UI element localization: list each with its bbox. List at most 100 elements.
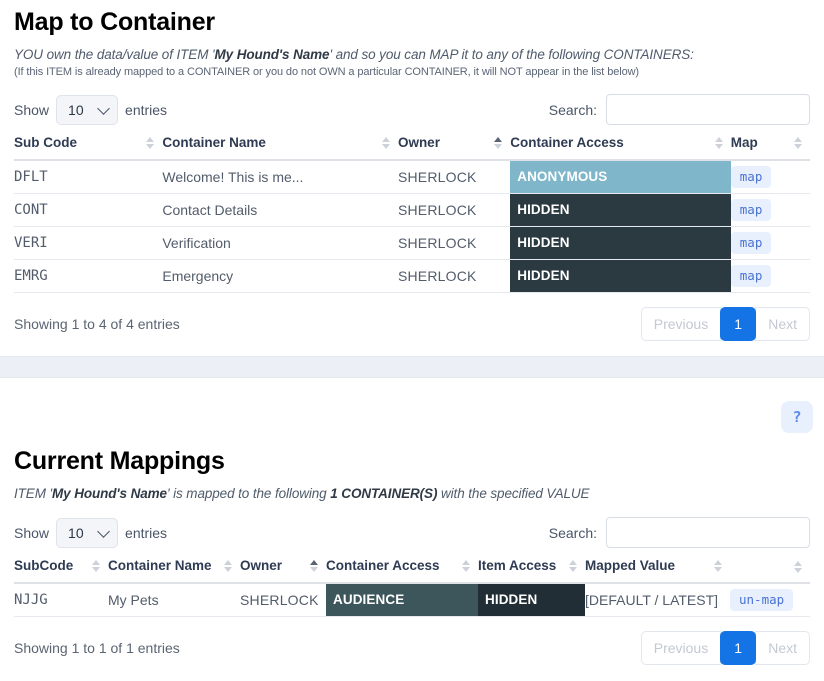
cell-owner: SHERLOCK: [240, 583, 326, 617]
mappings-col-item-access[interactable]: Item Access: [478, 558, 585, 584]
mappings-col-container-name-label: Container Name: [108, 558, 212, 573]
sort-asc-icon: [494, 136, 503, 149]
mappings-subtitle: ITEM 'My Hound's Name' is mapped to the …: [14, 486, 810, 501]
mappings-subtitle-item-name: My Hound's Name: [51, 486, 167, 501]
sort-asc-icon: [310, 559, 318, 572]
mappings-subtitle-post: with the specified VALUE: [437, 486, 590, 501]
cell-container-name: Welcome! This is me...: [162, 160, 398, 194]
un-map-button[interactable]: un-map: [730, 589, 794, 611]
sort-icon: [714, 136, 723, 149]
map-subnote: (If this ITEM is already mapped to a CON…: [14, 66, 639, 78]
mappings-title: Current Mappings: [14, 447, 225, 475]
section-divider-band: [0, 356, 824, 378]
cell-sub-code[interactable]: EMRG: [14, 259, 163, 293]
mappings-col-subcode-label: SubCode: [14, 558, 74, 573]
mappings-table-head: SubCode Container Name Owner Container A…: [14, 558, 810, 584]
cell-sub-code[interactable]: CONT: [14, 193, 163, 227]
map-col-container-name[interactable]: Container Name: [162, 135, 398, 161]
map-subtitle-pre: YOU own the data/value of ITEM ': [14, 47, 215, 62]
sort-icon: [224, 559, 232, 572]
cell-map-action: map: [730, 259, 810, 293]
map-table-body: DFLT Welcome! This is me... SHERLOCK ANO…: [14, 160, 810, 293]
status-badge: ANONYMOUS: [510, 161, 731, 193]
map-col-container-access[interactable]: Container Access: [510, 135, 731, 161]
map-subtitle: YOU own the data/value of ITEM 'My Hound…: [14, 47, 810, 62]
mappings-table-controls: Show 10 entries Search:: [14, 517, 810, 548]
cell-item-access: HIDDEN: [478, 583, 585, 617]
mappings-search-input[interactable]: [606, 517, 810, 548]
mappings-table-header-row: SubCode Container Name Owner Container A…: [14, 558, 810, 584]
pagination-previous-button[interactable]: Previous: [640, 631, 722, 665]
sort-icon: [794, 136, 802, 149]
map-entries-label: entries: [125, 101, 168, 118]
map-button[interactable]: map: [730, 199, 772, 221]
cell-container-access: HIDDEN: [510, 193, 731, 227]
mappings-col-mapped-value[interactable]: Mapped Value: [585, 558, 730, 584]
sort-icon: [714, 559, 722, 572]
status-badge: HIDDEN: [510, 260, 731, 292]
map-col-map-label: Map: [730, 135, 758, 150]
cell-subcode[interactable]: NJJG: [14, 583, 108, 617]
map-subtitle-item-name: My Hound's Name: [214, 47, 330, 62]
cell-owner: SHERLOCK: [397, 259, 511, 293]
chevron-down-icon: [97, 524, 110, 538]
mappings-page-length-select[interactable]: 10: [56, 517, 119, 548]
map-filter-control: Search:: [549, 94, 810, 125]
cell-container-name: Contact Details: [162, 193, 398, 227]
map-table-head: Sub Code Container Name Owner Container …: [14, 135, 810, 161]
table-row: EMRG Emergency SHERLOCK HIDDEN map: [14, 259, 810, 293]
chevron-down-icon: [97, 101, 110, 115]
mappings-col-owner[interactable]: Owner: [240, 558, 326, 584]
sort-icon: [794, 561, 802, 573]
cell-container-access: ANONYMOUS: [510, 160, 731, 194]
mappings-col-action[interactable]: [730, 558, 810, 584]
pagination-next-button[interactable]: Next: [755, 631, 810, 665]
mappings-pagination: Previous 1 Next: [640, 631, 810, 665]
mappings-col-container-name[interactable]: Container Name: [108, 558, 240, 584]
map-to-container-section: Map to Container YOU own the data/value …: [0, 0, 824, 341]
mappings-col-item-access-label: Item Access: [478, 558, 557, 573]
mappings-col-container-access[interactable]: Container Access: [326, 558, 478, 584]
pagination-previous-button[interactable]: Previous: [640, 307, 722, 341]
map-col-container-access-label: Container Access: [510, 135, 624, 150]
cell-unmap-action: un-map: [730, 583, 810, 617]
mappings-subtitle-pre: ITEM ': [14, 486, 52, 501]
map-col-sub-code-label: Sub Code: [14, 135, 77, 150]
sort-icon: [462, 559, 470, 572]
pagination-next-button[interactable]: Next: [755, 307, 810, 341]
mappings-search-label: Search:: [548, 524, 597, 541]
mappings-col-subcode[interactable]: SubCode: [14, 558, 108, 584]
mappings-subtitle-count: 1 CONTAINER(S): [330, 486, 438, 501]
map-subtitle-post: ' and so you can MAP it to any of the fo…: [329, 47, 694, 62]
sort-icon: [569, 559, 577, 572]
mappings-col-owner-label: Owner: [240, 558, 283, 573]
map-col-owner[interactable]: Owner: [397, 135, 511, 161]
map-search-input[interactable]: [606, 94, 810, 125]
map-col-map[interactable]: Map: [730, 135, 810, 161]
map-col-owner-label: Owner: [397, 135, 440, 150]
cell-map-action: map: [730, 226, 810, 260]
map-pagination: Previous 1 Next: [640, 307, 810, 341]
help-button[interactable]: ?: [781, 401, 813, 433]
current-mappings-table: SubCode Container Name Owner Container A…: [14, 558, 810, 617]
map-button[interactable]: map: [730, 166, 772, 188]
pagination-page-1-button[interactable]: 1: [720, 307, 757, 341]
cell-container-access: HIDDEN: [510, 259, 731, 293]
mappings-filter-control: Search:: [549, 517, 810, 548]
cell-sub-code[interactable]: DFLT: [14, 160, 163, 194]
table-row: DFLT Welcome! This is me... SHERLOCK ANO…: [14, 160, 810, 194]
map-table-controls: Show 10 entries Search:: [14, 94, 810, 125]
mappings-subtitle-mid: ' is mapped to the following: [166, 486, 331, 501]
mappings-entries-label: entries: [125, 524, 168, 541]
cell-sub-code[interactable]: VERI: [14, 226, 163, 260]
map-col-sub-code[interactable]: Sub Code: [14, 135, 163, 161]
sort-icon: [92, 559, 100, 572]
container-access-badge: AUDIENCE: [326, 584, 478, 616]
sort-icon: [146, 136, 155, 149]
pagination-page-1-button[interactable]: 1: [720, 631, 757, 665]
map-search-label: Search:: [548, 101, 597, 118]
map-page-length-select[interactable]: 10: [56, 94, 119, 125]
map-button[interactable]: map: [730, 232, 772, 254]
map-button[interactable]: map: [730, 265, 772, 287]
map-page-length-value: 10: [68, 101, 84, 118]
